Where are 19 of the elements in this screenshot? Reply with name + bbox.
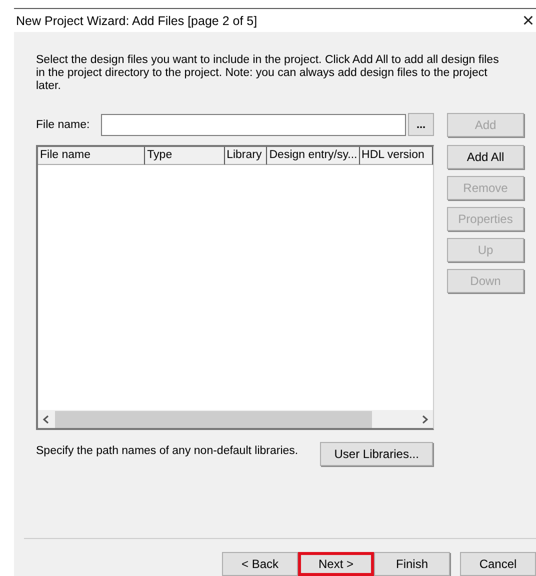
window-title: New Project Wizard: Add Files [page 2 of 5]: [16, 14, 258, 28]
footer-button[interactable]: Finish: [374, 552, 450, 576]
footer-button[interactable]: < Back: [222, 552, 298, 576]
side-button[interactable]: Add All: [447, 145, 524, 169]
column-header[interactable]: Library: [224, 147, 268, 165]
column-header[interactable]: File name: [38, 147, 146, 165]
libraries-text: Specify the path names of any non-default libraries.: [36, 445, 298, 457]
field-label: File name:: [36, 118, 91, 130]
description-text: Select the design files you want to include in the project. Click Add All to add all design files in the project directory to the project. Note: you can always add design files to the project later.: [36, 54, 500, 93]
footer-button[interactable]: Next >: [298, 552, 374, 576]
column-header[interactable]: HDL version: [360, 147, 433, 165]
footer-button[interactable]: Cancel: [460, 552, 536, 576]
browse-button[interactable]: ...: [408, 113, 434, 136]
column-header[interactable]: Type: [145, 147, 225, 165]
column-header[interactable]: Design entry/sy...: [267, 147, 360, 165]
horizontal-scrollbar[interactable]: [38, 410, 433, 428]
user-libraries-button[interactable]: User Libraries...: [320, 442, 434, 466]
file-name-field[interactable]: [100, 114, 406, 136]
close-button[interactable]: ×: [520, 10, 536, 30]
